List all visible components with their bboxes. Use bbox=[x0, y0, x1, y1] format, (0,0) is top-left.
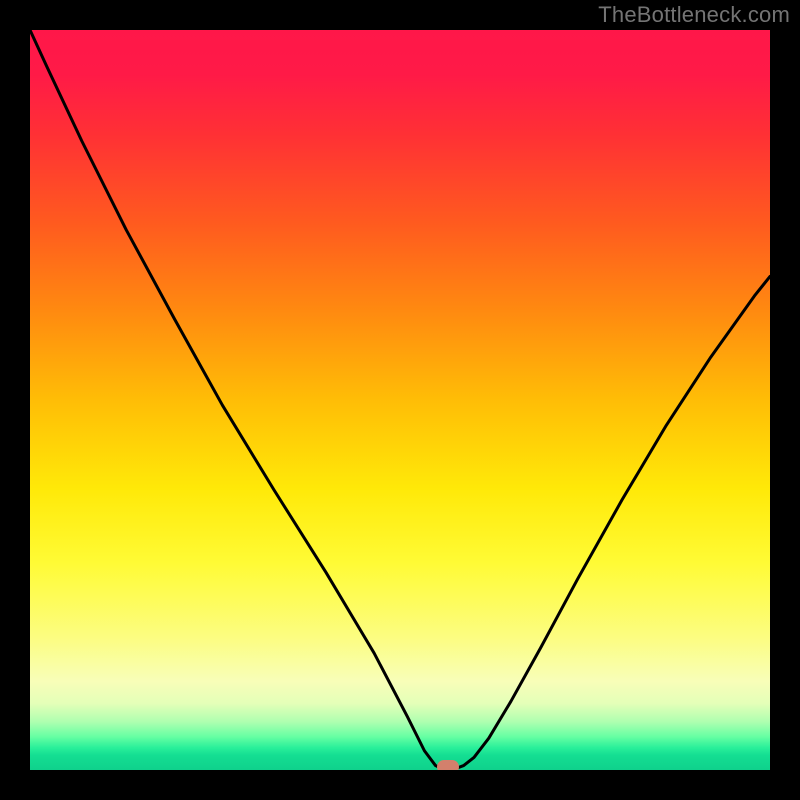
bottleneck-curve bbox=[30, 30, 770, 770]
plot-area bbox=[30, 30, 770, 770]
chart-frame: TheBottleneck.com bbox=[0, 0, 800, 800]
optimal-marker bbox=[437, 760, 459, 770]
attribution-text: TheBottleneck.com bbox=[598, 2, 790, 28]
